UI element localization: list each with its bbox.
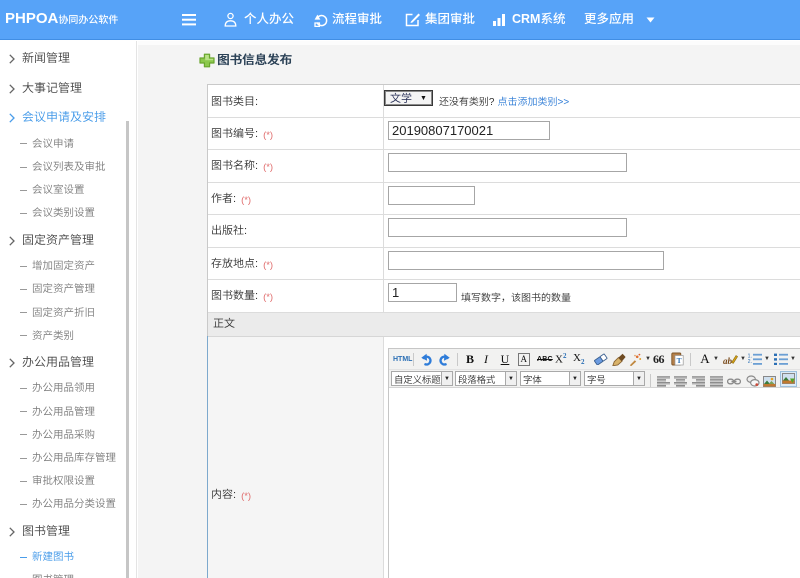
- svg-text:ab: ab: [723, 356, 733, 366]
- svg-text:2.: 2.: [748, 359, 753, 365]
- svg-text:T: T: [677, 356, 682, 365]
